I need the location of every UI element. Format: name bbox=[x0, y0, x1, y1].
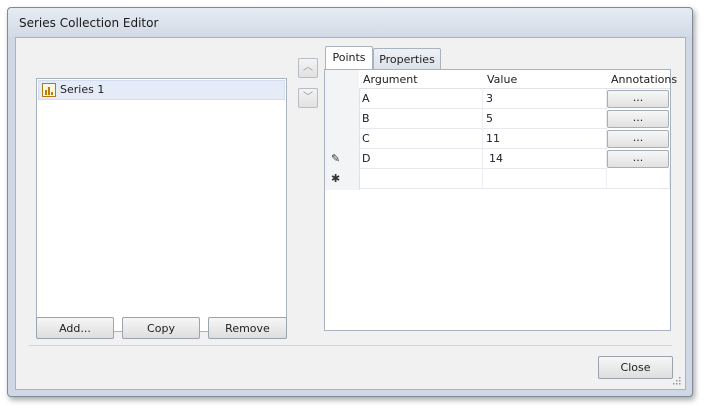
annotations-button[interactable]: ... bbox=[607, 150, 669, 168]
argument-cell[interactable]: D bbox=[359, 149, 483, 169]
close-button[interactable]: Close bbox=[598, 356, 673, 379]
argument-cell[interactable]: C bbox=[359, 129, 483, 149]
series-collection-editor-dialog: Series Collection Editor Series 1 Add...… bbox=[7, 7, 693, 397]
remove-button[interactable]: Remove bbox=[208, 317, 287, 339]
column-header-annotations[interactable]: Annotations bbox=[607, 70, 677, 89]
argument-cell[interactable]: B bbox=[359, 109, 483, 129]
series-label: Series 1 bbox=[60, 83, 105, 96]
value-cell[interactable]: 3 bbox=[483, 89, 607, 109]
move-down-button[interactable]: ﹀ bbox=[298, 88, 318, 108]
chart-series-icon bbox=[42, 83, 56, 97]
table-row[interactable]: B 5 ... bbox=[325, 109, 670, 129]
annotations-button[interactable]: ... bbox=[607, 130, 669, 148]
annotations-button[interactable]: ... bbox=[607, 90, 669, 108]
annotations-button[interactable]: ... bbox=[607, 110, 669, 128]
copy-button[interactable]: Copy bbox=[122, 317, 200, 339]
list-item[interactable]: Series 1 bbox=[38, 80, 285, 100]
table-row[interactable]: ✎ D 14 ... bbox=[325, 149, 670, 169]
column-header-value[interactable]: Value bbox=[483, 70, 607, 89]
value-cell[interactable]: 5 bbox=[483, 109, 607, 129]
window-title: Series Collection Editor bbox=[19, 16, 159, 30]
new-annotations-cell[interactable] bbox=[607, 169, 670, 189]
tab-properties-label: Properties bbox=[379, 53, 435, 66]
move-up-button[interactable]: ︿ bbox=[298, 58, 318, 78]
title-bar[interactable]: Series Collection Editor bbox=[8, 8, 692, 36]
dialog-client-area: Series 1 Add... Copy Remove ︿ ﹀ Points P… bbox=[15, 37, 686, 390]
new-value-cell[interactable] bbox=[483, 169, 607, 189]
table-row[interactable]: A 3 ... bbox=[325, 89, 670, 109]
edit-pencil-icon: ✎ bbox=[331, 152, 341, 165]
column-header-argument[interactable]: Argument bbox=[359, 70, 483, 89]
series-list[interactable]: Series 1 bbox=[36, 78, 287, 332]
value-cell[interactable]: 14 bbox=[483, 149, 607, 169]
points-panel: Argument Value Annotations A 3 ... B 5 .… bbox=[324, 69, 677, 331]
resize-grip-icon[interactable] bbox=[671, 375, 681, 385]
chevron-up-icon: ︿ bbox=[303, 62, 313, 73]
tab-points[interactable]: Points bbox=[325, 46, 373, 69]
new-item-row[interactable]: ✱ bbox=[325, 169, 670, 189]
add-button[interactable]: Add... bbox=[36, 317, 114, 339]
tab-points-label: Points bbox=[332, 51, 366, 64]
table-row[interactable]: C 11 ... bbox=[325, 129, 670, 149]
chevron-down-icon: ﹀ bbox=[303, 92, 313, 103]
argument-cell[interactable]: A bbox=[359, 89, 483, 109]
new-argument-cell[interactable] bbox=[359, 169, 483, 189]
footer-separator bbox=[29, 345, 672, 346]
value-cell[interactable]: 11 bbox=[483, 129, 607, 149]
new-row-asterisk-icon: ✱ bbox=[331, 172, 341, 185]
tab-properties[interactable]: Properties bbox=[373, 48, 441, 69]
